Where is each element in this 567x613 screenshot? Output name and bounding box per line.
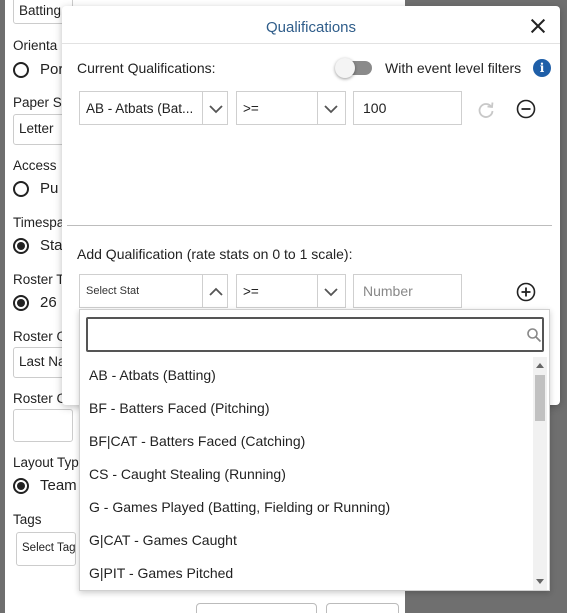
- current-stat-value: AB - Atbats (Bat...: [86, 101, 194, 116]
- orientation-radio[interactable]: [13, 62, 29, 78]
- roster-o-value: Last Na: [19, 354, 66, 369]
- current-value-input[interactable]: [353, 91, 462, 125]
- scrollbar-thumb[interactable]: [535, 375, 545, 421]
- current-operator-select[interactable]: >=: [236, 91, 346, 125]
- current-operator-value: >=: [243, 101, 259, 116]
- chevron-down-icon: [324, 105, 338, 114]
- modal-title: Qualifications: [265, 19, 357, 36]
- roster-t-radio[interactable]: [13, 295, 29, 311]
- add-icon[interactable]: [516, 282, 536, 302]
- roster-t-option: 26: [40, 294, 57, 311]
- close-icon[interactable]: [529, 17, 547, 35]
- roster-c-field[interactable]: [13, 409, 73, 442]
- timespan-option: Sta: [40, 237, 63, 254]
- footer-button-primary[interactable]: [196, 603, 317, 613]
- dropdown-search-input[interactable]: [94, 325, 514, 345]
- tags-label: Tags: [13, 512, 42, 527]
- refresh-icon[interactable]: [476, 100, 496, 120]
- access-label: Access: [13, 158, 57, 173]
- add-operator-select[interactable]: >=: [236, 274, 346, 308]
- scroll-down-arrow-icon[interactable]: [536, 579, 544, 584]
- stat-dropdown: AB - Atbats (Batting) BF - Batters Faced…: [79, 309, 550, 591]
- top-field-value: Batting: [19, 3, 62, 18]
- tags-select[interactable]: Select Tag: [16, 532, 76, 566]
- select-separator: [202, 92, 203, 124]
- dropdown-search[interactable]: [86, 317, 544, 352]
- access-option: Pu: [40, 180, 59, 197]
- orientation-option: Por: [40, 61, 64, 78]
- remove-icon[interactable]: [516, 99, 536, 119]
- timespan-label: Timespa: [13, 215, 65, 230]
- add-qualification-label: Add Qualification (rate stats on 0 to 1 …: [77, 246, 353, 262]
- dropdown-option[interactable]: G|PIT - Games Pitched: [89, 565, 233, 581]
- search-icon: [527, 328, 542, 343]
- section-divider: [67, 225, 552, 226]
- footer-button-secondary[interactable]: [326, 603, 399, 613]
- paper-size-value: Letter: [19, 121, 54, 136]
- dropdown-option[interactable]: BF - Batters Faced (Pitching): [89, 400, 270, 416]
- tags-placeholder: Select Tag: [22, 542, 76, 554]
- dropdown-option[interactable]: BF|CAT - Batters Faced (Catching): [89, 433, 305, 449]
- layout-type-label: Layout Typ: [13, 455, 79, 470]
- scroll-up-arrow-icon[interactable]: [536, 363, 544, 368]
- add-stat-placeholder: Select Stat: [86, 285, 140, 297]
- chevron-down-icon: [324, 288, 338, 297]
- orientation-label: Orienta: [13, 38, 58, 53]
- access-radio[interactable]: [13, 181, 29, 197]
- paper-size-label: Paper S: [13, 95, 62, 110]
- dropdown-option[interactable]: CS - Caught Stealing (Running): [89, 466, 286, 482]
- dropdown-option[interactable]: G|CAT - Games Caught: [89, 532, 237, 548]
- dropdown-option[interactable]: G - Games Played (Batting, Fielding or R…: [89, 499, 390, 515]
- roster-c-label: Roster C: [13, 391, 67, 406]
- info-icon[interactable]: i: [533, 59, 551, 77]
- select-separator: [317, 92, 318, 124]
- dropdown-scrollbar[interactable]: [533, 357, 547, 590]
- roster-t-label: Roster T: [13, 272, 65, 287]
- current-qualifications-label: Current Qualifications:: [77, 60, 216, 76]
- toggle-knob: [335, 58, 355, 78]
- current-stat-select[interactable]: AB - Atbats (Bat...: [79, 91, 228, 125]
- add-value-input[interactable]: [353, 274, 462, 308]
- dropdown-option[interactable]: AB - Atbats (Batting): [89, 367, 216, 383]
- add-operator-value: >=: [243, 284, 259, 299]
- select-separator: [317, 275, 318, 307]
- add-stat-select[interactable]: Select Stat: [79, 274, 228, 308]
- chevron-up-icon: [209, 287, 223, 296]
- event-filter-toggle[interactable]: [335, 58, 372, 78]
- roster-o-label: Roster O: [13, 329, 68, 344]
- select-separator: [202, 275, 203, 307]
- event-filter-label: With event level filters: [385, 60, 522, 76]
- header-divider: [62, 43, 560, 44]
- layout-type-radio[interactable]: [13, 478, 29, 494]
- layout-type-option: Team: [40, 477, 77, 494]
- chevron-down-icon: [209, 105, 223, 114]
- timespan-radio[interactable]: [13, 238, 29, 254]
